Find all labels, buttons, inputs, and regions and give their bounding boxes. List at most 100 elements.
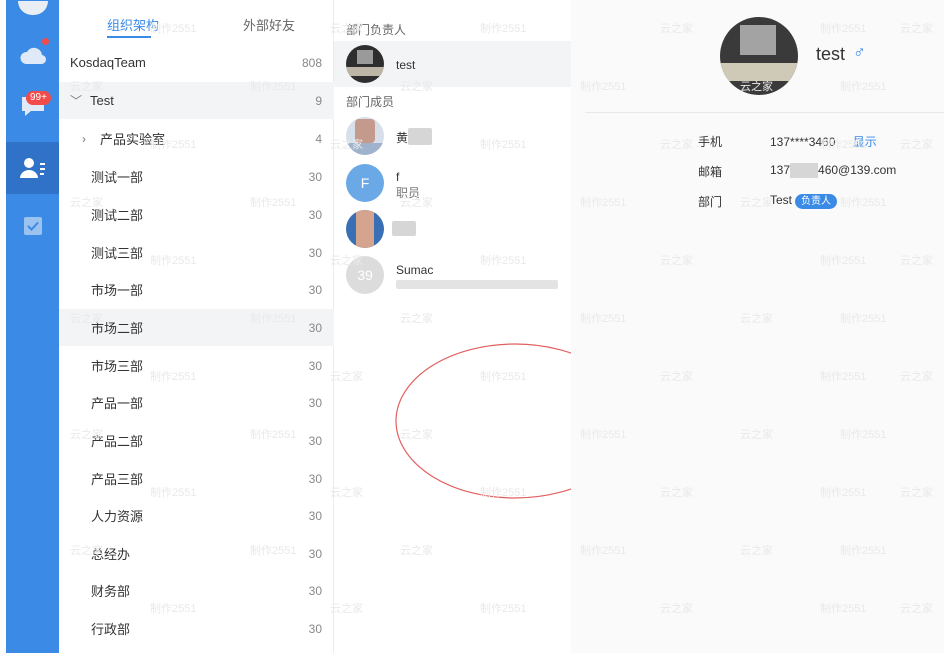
- redacted-text: [392, 221, 416, 236]
- tab-external-friends[interactable]: 外部好友: [243, 15, 295, 34]
- member-row[interactable]: 39 Sumac: [334, 252, 571, 298]
- tree-row-label: 产品一部: [91, 396, 144, 411]
- member-count: 30: [308, 282, 322, 297]
- tree-row-dept[interactable]: 人力资源 30: [59, 497, 334, 534]
- active-tab-indicator: [107, 36, 151, 38]
- avatar: [346, 117, 384, 155]
- member-name: test: [396, 58, 416, 72]
- org-tree-panel: 组织架构 外部好友 KosdaqTeam 808 ﹀ Test 9 › 产品实验…: [59, 0, 334, 653]
- member-title: 职员: [396, 186, 421, 200]
- tree-row-label: 市场三部: [91, 359, 144, 374]
- messages-button[interactable]: 99+: [6, 86, 59, 126]
- tab-org-structure[interactable]: 组织架构: [107, 15, 159, 34]
- avatar-icon: [17, 1, 48, 15]
- member-count: 30: [308, 207, 322, 222]
- member-row[interactable]: [334, 206, 571, 252]
- profile-photo[interactable]: [720, 17, 798, 95]
- tree-row-dept[interactable]: 市场二部 30: [59, 309, 334, 346]
- tree-row-label: KosdaqTeam: [70, 55, 146, 70]
- tree-row-dept[interactable]: 市场一部 30: [59, 271, 334, 308]
- tasks-button[interactable]: [6, 210, 59, 242]
- tree-row-label: 市场一部: [91, 283, 144, 298]
- tree-row-dept[interactable]: 产品一部 30: [59, 384, 334, 421]
- avatar: 39: [346, 256, 384, 294]
- tree-row-label: 人力资源: [91, 509, 144, 524]
- member-row-head[interactable]: test: [334, 41, 571, 87]
- tree-row-dept[interactable]: 总经办 30: [59, 535, 334, 572]
- tree-row-company[interactable]: KosdaqTeam 808: [59, 44, 334, 81]
- member-row[interactable]: 黄: [334, 113, 571, 159]
- section-title-members: 部门成员: [346, 95, 395, 109]
- member-count: 30: [308, 508, 322, 523]
- tree-row-dept[interactable]: 行政部 30: [59, 610, 334, 647]
- tree-row-label: 产品实验室: [100, 132, 166, 147]
- redacted-text: [396, 280, 558, 289]
- profile-avatar-button[interactable]: [6, 0, 59, 16]
- tree-row-dept[interactable]: 市场三部 30: [59, 347, 334, 384]
- member-count: 808: [301, 55, 322, 70]
- phone-value: 137****3460 显示: [770, 133, 877, 150]
- department-name: Test: [770, 193, 793, 207]
- tree-row-label: 财务部: [91, 584, 131, 599]
- tree-row-label: 测试三部: [91, 246, 144, 261]
- tree-row-dept[interactable]: 测试三部 30: [59, 234, 334, 271]
- cloud-button[interactable]: [6, 38, 59, 74]
- tree-row-label: 测试二部: [91, 208, 144, 223]
- phone-label: 手机: [698, 135, 723, 149]
- avatar: [346, 45, 384, 83]
- tree-row-test[interactable]: ﹀ Test 9: [59, 82, 334, 119]
- member-count: 30: [308, 358, 322, 373]
- tree-row-label: 产品三部: [91, 472, 144, 487]
- member-name: 黄: [396, 131, 409, 145]
- tree-row-label: 产品二部: [91, 434, 144, 449]
- male-icon: ♂: [853, 43, 866, 62]
- tree-row-dept[interactable]: 测试一部 30: [59, 158, 334, 195]
- phone-number: 137****3460: [770, 135, 836, 149]
- department-value: Test 负责人: [770, 193, 838, 209]
- redacted-text: [408, 128, 432, 145]
- member-count: 30: [308, 433, 322, 448]
- checkbox-icon: [23, 217, 42, 235]
- member-row[interactable]: F f 职员: [334, 160, 571, 206]
- member-count: 30: [308, 546, 322, 561]
- tree-tabs: 组织架构 外部好友: [59, 0, 334, 44]
- member-count: 30: [308, 471, 322, 486]
- member-count: 30: [308, 320, 322, 335]
- avatar: F: [346, 164, 384, 202]
- app-rail: 99+: [6, 0, 59, 653]
- member-count: 30: [308, 583, 322, 598]
- department-label: 部门: [698, 195, 723, 209]
- tree-row-dept[interactable]: 产品三部 30: [59, 460, 334, 497]
- email-end: 460@139.com: [818, 163, 897, 177]
- reveal-phone-link[interactable]: 显示: [853, 135, 877, 149]
- tree-row-label: 行政部: [91, 622, 131, 637]
- contact-name: test: [816, 44, 846, 64]
- tree-row-dept[interactable]: 测试二部 30: [59, 196, 334, 233]
- member-count: 30: [308, 395, 322, 410]
- divider: [585, 112, 944, 113]
- member-count: 30: [308, 169, 322, 184]
- notification-dot: [42, 38, 49, 45]
- member-count: 9: [315, 93, 322, 108]
- members-panel: 部门负责人 test 部门成员 黄 F f 职员 39 Sumac: [334, 0, 635, 653]
- contacts-icon: [19, 158, 45, 178]
- section-title-head: 部门负责人: [346, 23, 407, 37]
- head-badge: 负责人: [795, 194, 838, 209]
- unread-badge: 99+: [26, 91, 51, 105]
- contact-detail-panel: test ♂ 手机 137****3460 显示 邮箱 137 460@139.c…: [571, 0, 944, 653]
- chevron-right-icon[interactable]: ›: [82, 132, 86, 146]
- contacts-button[interactable]: [6, 142, 59, 194]
- tree-row-dept[interactable]: 财务部 30: [59, 572, 334, 609]
- member-count: 30: [308, 621, 322, 636]
- chevron-down-icon[interactable]: ﹀: [70, 92, 82, 109]
- email-start: 137: [770, 163, 791, 177]
- tree-row-label: 市场二部: [91, 321, 144, 336]
- tree-row-lab[interactable]: › 产品实验室 4: [59, 120, 334, 157]
- email-label: 邮箱: [698, 165, 723, 179]
- cloud-icon: [19, 47, 46, 65]
- avatar: [346, 210, 384, 248]
- tree-row-dept[interactable]: 产品二部 30: [59, 422, 334, 459]
- member-count: 30: [308, 245, 322, 260]
- member-count: 4: [315, 131, 322, 146]
- email-value[interactable]: 137 460@139.com: [770, 163, 897, 179]
